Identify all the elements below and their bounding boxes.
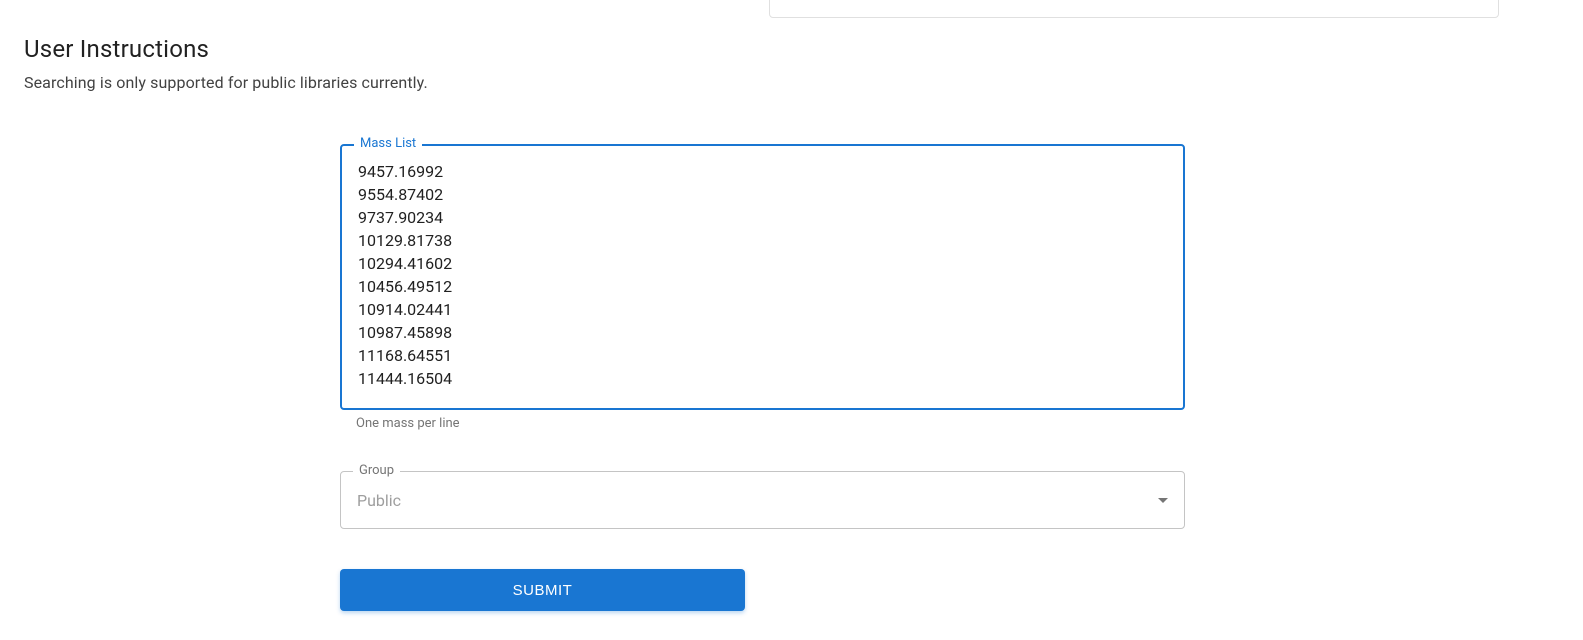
top-card-fragment xyxy=(769,0,1499,18)
chevron-down-icon xyxy=(1158,498,1168,503)
instructions-section: User Instructions Searching is only supp… xyxy=(24,35,428,92)
mass-list-outline: Mass List xyxy=(340,144,1185,410)
search-form: Mass List One mass per line Group Public… xyxy=(340,144,1185,611)
group-value: Public xyxy=(357,491,1158,510)
submit-button[interactable]: SUBMIT xyxy=(340,569,745,611)
mass-list-field: Mass List One mass per line xyxy=(340,144,1185,431)
instructions-subtitle: Searching is only supported for public l… xyxy=(24,73,428,92)
group-outline: Group Public xyxy=(340,471,1185,529)
mass-list-textarea[interactable] xyxy=(342,146,1183,404)
group-field: Group Public xyxy=(340,471,1185,529)
instructions-title: User Instructions xyxy=(24,35,428,63)
group-select[interactable]: Public xyxy=(341,472,1184,528)
mass-list-label: Mass List xyxy=(354,136,422,151)
mass-list-helper: One mass per line xyxy=(356,416,1185,431)
